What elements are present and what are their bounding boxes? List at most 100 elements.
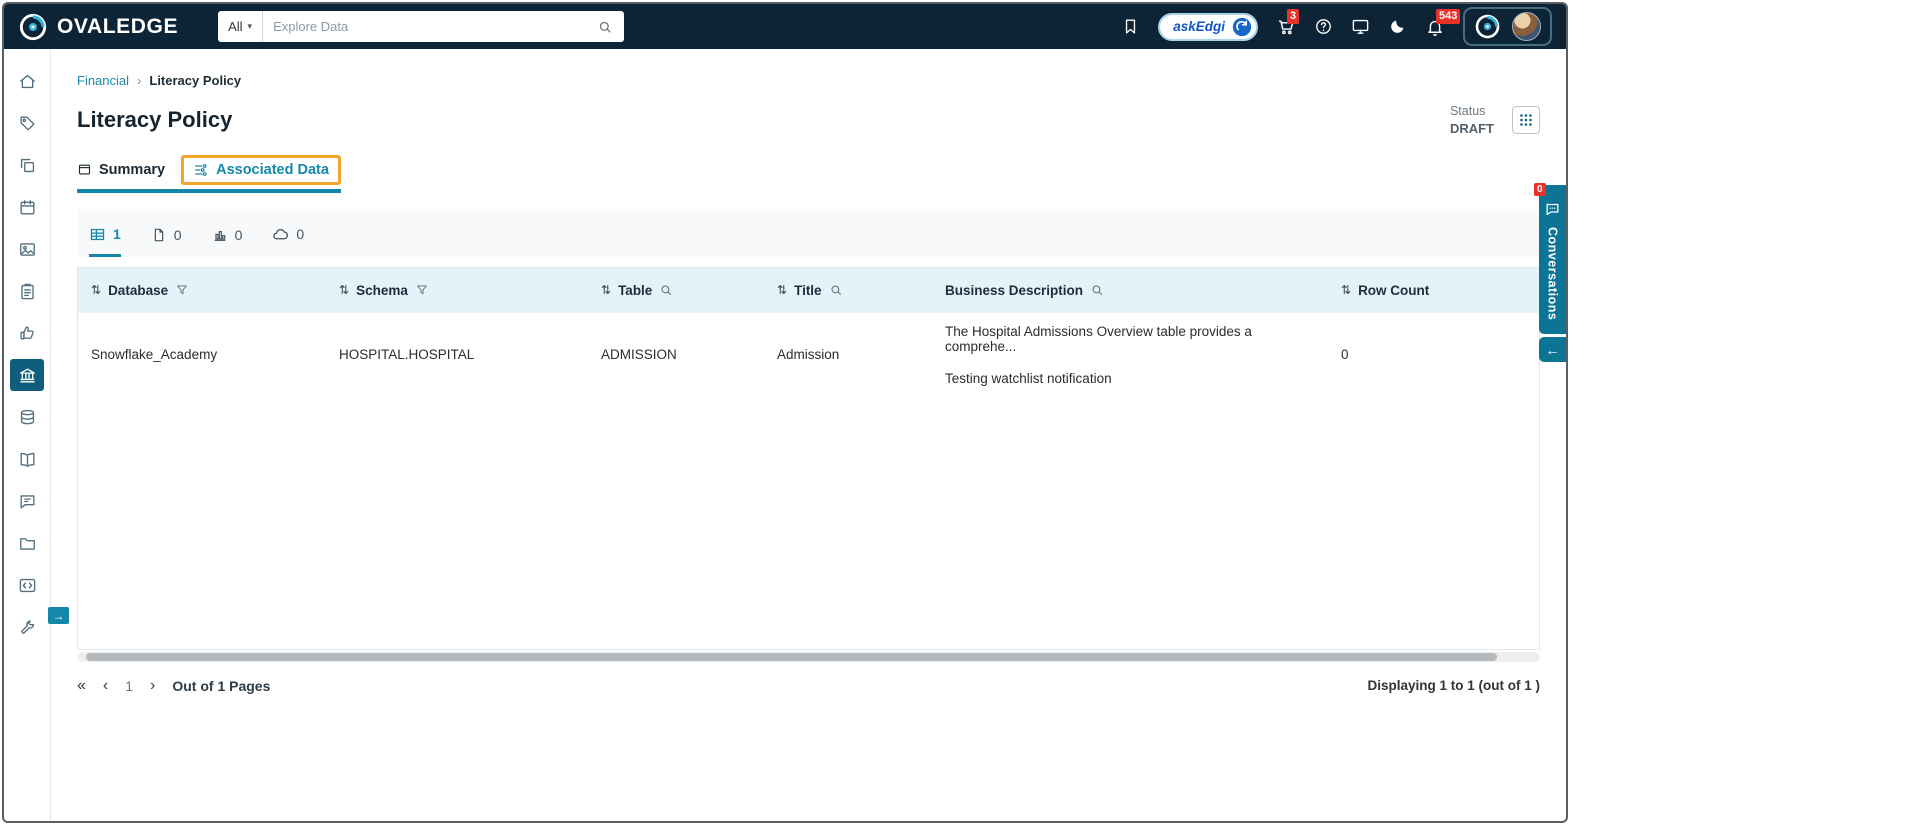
brand[interactable]: OVALEDGE	[18, 12, 178, 42]
left-sidebar	[4, 49, 51, 821]
column-header-database[interactable]: ⇅ Database	[78, 283, 326, 298]
sidebar-item-home[interactable]	[10, 65, 44, 97]
notifications-button[interactable]: 543	[1425, 17, 1445, 37]
column-header-row-count[interactable]: ⇅ Row Count	[1328, 283, 1539, 298]
filter-icon[interactable]	[175, 283, 189, 297]
cell-row-count: 0	[1328, 347, 1539, 362]
folder-icon	[18, 534, 37, 553]
sidebar-item-tools[interactable]	[10, 611, 44, 643]
current-page-number: 1	[125, 678, 133, 694]
conversations-badge: 0	[1534, 183, 1546, 196]
sidebar-item-glossary[interactable]	[10, 443, 44, 475]
filter-icon[interactable]	[415, 283, 429, 297]
breadcrumb: Financial › Literacy Policy	[77, 73, 1540, 88]
sidebar-item-projects[interactable]	[10, 527, 44, 559]
search-scope-value: All	[228, 19, 242, 34]
subtab-apis-count: 0	[296, 226, 304, 242]
subtab-reports-count: 0	[235, 227, 243, 243]
column-header-schema[interactable]: ⇅ Schema	[326, 283, 588, 298]
conversations-expand-button[interactable]: ←	[1539, 337, 1566, 362]
sidebar-item-api[interactable]	[10, 569, 44, 601]
cell-database[interactable]: Snowflake_Academy	[78, 347, 326, 362]
topbar-actions: askEdgi 3 543	[1121, 7, 1552, 46]
cart-button[interactable]: 3	[1276, 17, 1296, 37]
tab-strip: Summary Associated Data	[77, 159, 341, 193]
sidebar-item-calendar[interactable]	[10, 191, 44, 223]
sort-icon[interactable]: ⇅	[1341, 283, 1351, 297]
subtab-files[interactable]: 0	[151, 227, 182, 257]
arrow-right-icon: →	[53, 609, 65, 623]
asset-type-subtabs: 1 0 0 0	[77, 209, 1540, 257]
subtab-reports[interactable]: 0	[212, 227, 243, 257]
subtab-tables[interactable]: 1	[89, 226, 121, 257]
search-input[interactable]	[263, 19, 597, 34]
bookmark-icon[interactable]	[1121, 17, 1140, 36]
sidebar-item-services[interactable]	[10, 317, 44, 349]
sidebar-item-tags[interactable]	[10, 107, 44, 139]
sidebar-item-governance[interactable]	[10, 359, 44, 391]
code-icon	[18, 576, 37, 595]
next-page-button[interactable]: ›	[150, 678, 155, 694]
search-icon[interactable]	[1090, 283, 1104, 297]
previous-page-button[interactable]: ‹	[103, 678, 108, 694]
annotation-highlight-box: Associated Data	[181, 155, 341, 185]
title-row: Literacy Policy Status DRAFT	[77, 102, 1540, 139]
tag-icon	[18, 114, 37, 133]
sort-icon[interactable]: ⇅	[777, 283, 787, 297]
arrow-left-icon: ←	[1546, 342, 1560, 358]
dark-mode-icon[interactable]	[1388, 17, 1407, 36]
search-icon[interactable]	[659, 283, 673, 297]
sidebar-item-catalog[interactable]	[10, 149, 44, 181]
cell-business-description: The Hospital Admissions Overview table p…	[932, 313, 1328, 397]
cloud-icon	[272, 226, 289, 243]
horizontal-scrollbar[interactable]	[77, 652, 1540, 662]
sidebar-expand-button[interactable]: →	[48, 607, 69, 624]
sidebar-item-reports[interactable]	[10, 275, 44, 307]
column-header-title[interactable]: ⇅ Title	[764, 283, 932, 298]
app-window: OVALEDGE All ▾ askEdgi 3	[2, 2, 1568, 823]
sort-icon[interactable]: ⇅	[91, 283, 101, 297]
image-icon	[18, 240, 37, 259]
wrench-icon	[18, 618, 37, 637]
conversations-panel: 0 Conversations ←	[1539, 185, 1566, 362]
breadcrumb-separator: ›	[137, 73, 141, 88]
screen-share-icon[interactable]	[1351, 17, 1370, 36]
column-header-table[interactable]: ⇅ Table	[588, 283, 764, 298]
file-icon	[151, 227, 167, 243]
hand-icon	[18, 324, 37, 343]
ask-edgi-button[interactable]: askEdgi	[1158, 13, 1258, 41]
document-icon	[77, 162, 92, 177]
chevron-down-icon: ▾	[248, 21, 253, 32]
first-page-button[interactable]: «	[77, 678, 86, 694]
breadcrumb-link-financial[interactable]: Financial	[77, 73, 129, 88]
tab-associated-data[interactable]: Associated Data	[193, 162, 329, 178]
notifications-badge: 543	[1436, 9, 1460, 24]
search-icon[interactable]	[829, 283, 843, 297]
search-scope-dropdown[interactable]: All ▾	[218, 11, 263, 42]
subtab-files-count: 0	[174, 227, 182, 243]
chart-icon	[212, 227, 228, 243]
user-avatar[interactable]	[1512, 12, 1541, 41]
subtab-tables-count: 1	[113, 226, 121, 242]
ask-edgi-label: askEdgi	[1173, 19, 1225, 34]
conversations-tab[interactable]: 0 Conversations	[1539, 185, 1566, 334]
sidebar-item-media[interactable]	[10, 233, 44, 265]
associated-data-table: ⇅ Database ⇅ Schema ⇅ Table	[77, 267, 1540, 650]
search-icon[interactable]	[597, 19, 624, 35]
help-icon[interactable]	[1314, 17, 1333, 36]
sort-icon[interactable]: ⇅	[601, 283, 611, 297]
subtab-apis[interactable]: 0	[272, 226, 304, 257]
sidebar-item-databases[interactable]	[10, 401, 44, 433]
table-row[interactable]: Snowflake_Academy HOSPITAL.HOSPITAL ADMI…	[78, 313, 1539, 397]
tab-summary[interactable]: Summary	[77, 162, 165, 178]
sort-icon[interactable]: ⇅	[339, 283, 349, 297]
scrollbar-thumb[interactable]	[86, 653, 1497, 661]
profile-menu[interactable]	[1463, 7, 1552, 46]
apps-grid-button[interactable]	[1512, 106, 1540, 134]
ask-edgi-icon	[1232, 17, 1252, 37]
column-header-business-description[interactable]: Business Description	[932, 283, 1328, 298]
cell-table: ADMISSION	[588, 347, 764, 362]
sidebar-item-collaboration[interactable]	[10, 485, 44, 517]
global-search: All ▾	[218, 11, 624, 42]
ovaledge-logo-small-icon	[1474, 13, 1501, 40]
